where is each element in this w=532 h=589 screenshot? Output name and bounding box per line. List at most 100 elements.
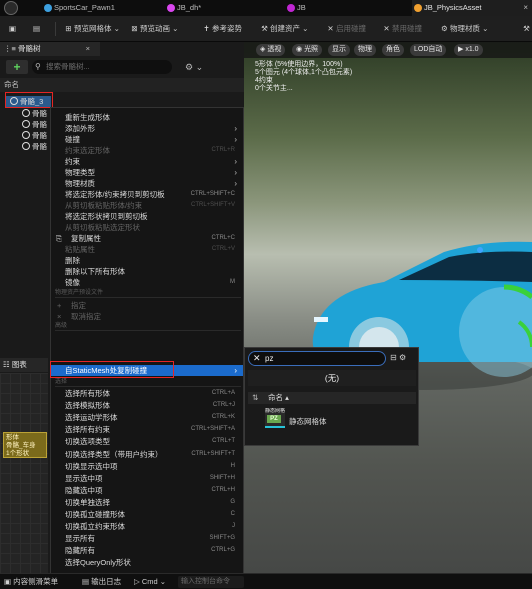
- show-button[interactable]: 显示: [328, 44, 350, 56]
- label: 复制属性: [71, 234, 101, 243]
- menu-item-delete[interactable]: 删除: [51, 255, 243, 266]
- viewport[interactable]: ≡ ◈ 透视 ◉ 光照 显示 物理 角色 LOD自动 ▶ x1.0 5形体 (5…: [244, 42, 532, 573]
- enable-collision-button[interactable]: ✕ 启用碰撞: [322, 21, 369, 37]
- menu-item-select[interactable]: 选择模拟形体 CTRL+J: [51, 400, 243, 411]
- menu-item-select[interactable]: 切换显示选中项 H: [51, 461, 243, 472]
- menu-item-unassign[interactable]: × 取消指定: [51, 311, 243, 322]
- graph-tab[interactable]: ☷ 图表: [0, 358, 48, 372]
- menu-item-select[interactable]: 选择QueryOnly形状: [51, 557, 243, 568]
- tab-jb-dh[interactable]: JB_dh*: [165, 0, 255, 16]
- chevron-right-icon: ›: [234, 124, 237, 133]
- tab-jb-physicsasset[interactable]: JB_PhysicsAsset ×: [412, 0, 532, 16]
- chevron-right-icon: ›: [234, 168, 237, 177]
- menu-item-select[interactable]: 切换孤立碰撞形体 C: [51, 509, 243, 520]
- wand-icon: ⚒: [261, 24, 268, 33]
- highlight-box: [5, 92, 53, 108]
- playback-speed-button[interactable]: ▶ x1.0: [454, 44, 483, 56]
- column-header-name[interactable]: ⇅ 命名 ▴: [248, 392, 416, 404]
- menu-item-paste-properties[interactable]: 粘贴属性 CTRL+V: [51, 244, 243, 255]
- menu-item-select[interactable]: 隐藏所有 CTRL+G: [51, 545, 243, 556]
- menu-item-select[interactable]: 显示所有 SHIFT+G: [51, 533, 243, 544]
- save-button[interactable]: ▣: [4, 21, 21, 37]
- perspective-button[interactable]: ◈ 透视: [256, 44, 286, 56]
- node-line: 1个形状: [6, 450, 30, 457]
- label: Cmd: [141, 577, 158, 586]
- menu-item-select[interactable]: 切换单独选择 G: [51, 497, 243, 508]
- label: 选择QueryOnly形状: [65, 558, 131, 568]
- none-option[interactable]: (无): [248, 370, 416, 386]
- skeleton-tree-tab[interactable]: ⋮≡ 骨骼树 ×: [0, 42, 100, 56]
- asset-search-input[interactable]: ✕ pz: [248, 351, 386, 366]
- shortcut: CTRL+G: [211, 547, 235, 554]
- physical-material-button[interactable]: ⚙ 物理材质 ⌄: [436, 21, 491, 37]
- settings-gear-icon[interactable]: ⚙ ⌄: [185, 60, 203, 74]
- tab-jb[interactable]: JB: [285, 0, 375, 16]
- menu-item-assign[interactable]: + 指定: [51, 300, 243, 311]
- clear-search-icon[interactable]: ✕: [253, 352, 261, 365]
- preview-mesh-button[interactable]: ⊞ 预览网格体 ⌄: [60, 21, 123, 37]
- menu-item-physical-material[interactable]: 物理材质 ›: [51, 178, 243, 189]
- menu-item-select[interactable]: 选择运动学形体 CTRL+K: [51, 412, 243, 423]
- shortcut: H: [230, 462, 235, 469]
- menu-item-select[interactable]: 切换选项类型 CTRL+T: [51, 436, 243, 447]
- menu-item-paste-shapes[interactable]: 从剪切板粘贴选定形状: [51, 222, 243, 233]
- terminal-icon: ▷: [134, 577, 142, 586]
- viewport-stats: 5形体 (5%使用边界，100%) 5个图元 (4个球体,1个凸包元素) 4约束…: [255, 61, 352, 93]
- console-input[interactable]: 输入控制台命令: [178, 576, 244, 588]
- lighting-button[interactable]: ◉ 光照: [292, 44, 323, 56]
- preview-anim-button[interactable]: ⊠ 预览动画 ⌄: [126, 21, 181, 37]
- filter-icon[interactable]: ⊟: [390, 353, 397, 362]
- staticmesh-picker-submenu: ✕ pz ⊟ ⚙ (无) ⇅ 命名 ▴ 静态网格体 PZ 静态网格体: [244, 347, 419, 446]
- physics-button[interactable]: 物理: [354, 44, 376, 56]
- character-button[interactable]: 角色: [382, 44, 404, 56]
- skeleton-icon: [287, 4, 295, 12]
- menu-item-mirror[interactable]: 镜像 M: [51, 277, 243, 288]
- content-drawer-button[interactable]: ▣ 内容侧滑菜单: [4, 576, 58, 588]
- add-button[interactable]: +: [6, 60, 28, 74]
- close-icon[interactable]: ×: [86, 42, 90, 56]
- ref-pose-button[interactable]: ✝ 参考姿势: [198, 21, 245, 37]
- create-asset-button[interactable]: ⚒ 创建资产 ⌄: [256, 21, 311, 37]
- chevron-right-icon: ›: [234, 179, 237, 188]
- menu-item-paste-bodies[interactable]: 从剪切板粘贴形体/约束 CTRL+SHIFT+V: [51, 200, 243, 211]
- anim-icon: [167, 4, 175, 12]
- close-tab-icon[interactable]: ×: [523, 0, 528, 16]
- menu-item-collision[interactable]: 碰撞 ›: [51, 134, 243, 145]
- lod-auto-button[interactable]: LOD自动: [410, 44, 447, 56]
- search-input[interactable]: ⚲ 搜索骨骼树...: [32, 60, 172, 74]
- browse-button[interactable]: ▤: [28, 21, 45, 37]
- output-log-button[interactable]: ▤ 输出日志: [82, 576, 121, 588]
- menu-item-copy-shapes[interactable]: 将选定形状拷贝到剪切板: [51, 211, 243, 222]
- menu-item-regenerate-bodies[interactable]: 重新生成形体: [51, 112, 243, 123]
- settings-gear-icon[interactable]: ⚙: [399, 353, 406, 362]
- menu-item-select[interactable]: 切换孤立约束形体 J: [51, 521, 243, 532]
- tab-sportscar-pawn[interactable]: SportsCar_Pawn1: [42, 0, 137, 16]
- label: 隐藏选中项: [65, 485, 103, 495]
- menu-item-add-shape[interactable]: 添加外形 ›: [51, 123, 243, 134]
- menu-item-copy-properties[interactable]: ⎘ 复制属性 CTRL+C: [51, 233, 243, 244]
- menu-item-select[interactable]: 选择所有形体 CTRL+A: [51, 388, 243, 399]
- search-icon: ⚲: [35, 62, 41, 71]
- graph-node-body[interactable]: 形体 骨骼_车身 1个形状: [3, 432, 47, 458]
- label: x1.0: [465, 46, 479, 53]
- menu-item-constrain-selected[interactable]: 约束选定形体 CTRL+R: [51, 145, 243, 156]
- menu-item-select[interactable]: 选择所有约束 CTRL+SHIFT+A: [51, 424, 243, 435]
- menu-item-physics-type[interactable]: 物理类型 ›: [51, 167, 243, 178]
- label: 启用碰撞: [336, 24, 366, 33]
- menu-item-select[interactable]: 切换选择类型（带用户约束） CTRL+SHIFT+T: [51, 449, 243, 460]
- section-header-select: 选择: [55, 378, 241, 387]
- ue-logo-icon[interactable]: [4, 1, 18, 15]
- menu-item-constraints[interactable]: 约束 ›: [51, 156, 243, 167]
- chevron-right-icon: ›: [234, 135, 237, 144]
- menu-item-delete-below[interactable]: 删除以下所有形体: [51, 266, 243, 277]
- disable-collision-button[interactable]: ✕ 禁用碰撞: [378, 21, 425, 37]
- viewport-menu-button[interactable]: ≡: [244, 44, 248, 56]
- cmd-dropdown[interactable]: ▷ Cmd ⌄: [134, 576, 166, 588]
- menu-item-select[interactable]: 隐藏选中项 CTRL+H: [51, 485, 243, 496]
- menu-item-select[interactable]: 显示选中项 SHIFT+H: [51, 473, 243, 484]
- more-button[interactable]: ⚒: [518, 21, 532, 37]
- shortcut: CTRL+T: [212, 438, 235, 445]
- menu-item-copy-bodies[interactable]: 将选定形体/约束拷贝到剪切板 CTRL+SHIFT+C: [51, 189, 243, 200]
- graph-canvas[interactable]: [0, 373, 48, 573]
- label: 显示选中项: [65, 473, 103, 483]
